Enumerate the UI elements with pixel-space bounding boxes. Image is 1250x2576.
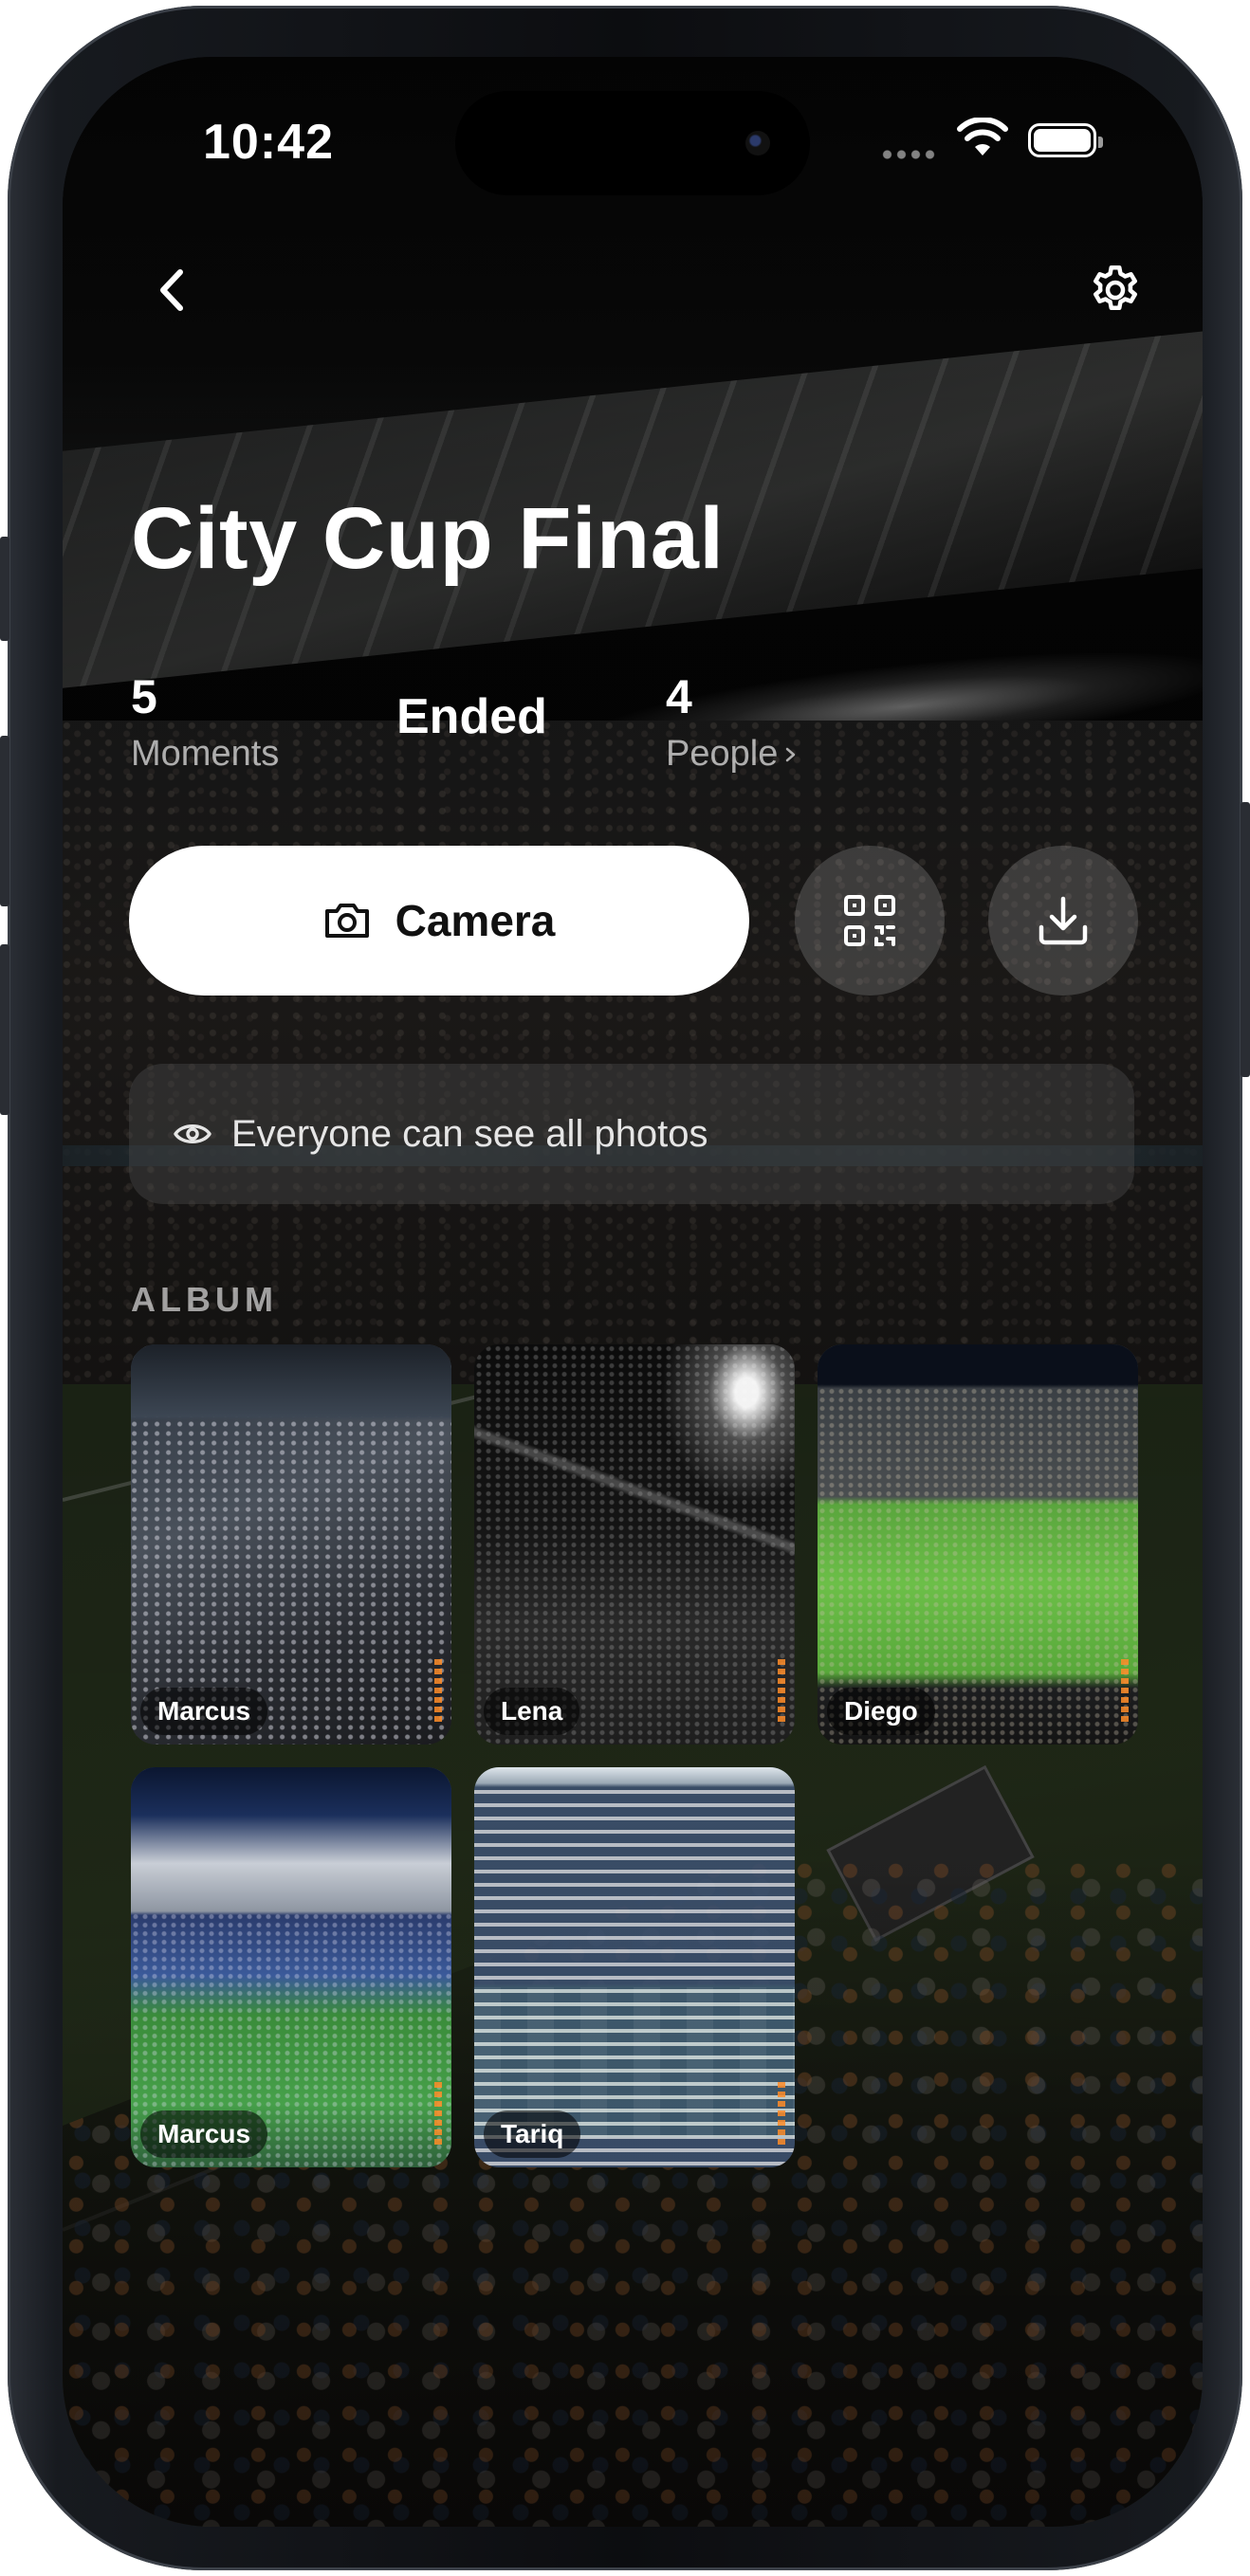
chevron-right-icon bbox=[786, 747, 796, 761]
camera-button-label: Camera bbox=[395, 896, 556, 945]
phone-frame: 10:42 City Cup Final 5 Moments Ended 4 P… bbox=[0, 6, 1250, 2570]
moments-label: Moments bbox=[131, 734, 280, 774]
eye-icon bbox=[174, 1124, 211, 1143]
album-photo[interactable]: Tariq bbox=[474, 1767, 795, 2167]
back-button[interactable] bbox=[135, 252, 211, 328]
volume-down-button bbox=[0, 944, 9, 1115]
action-button bbox=[0, 537, 9, 641]
photo-date-stamp bbox=[434, 2082, 442, 2148]
album-photo[interactable]: Diego bbox=[818, 1344, 1138, 1745]
photo-image bbox=[131, 1767, 451, 2167]
download-icon bbox=[1039, 896, 1088, 945]
photo-date-stamp bbox=[778, 1659, 785, 1726]
screen: 10:42 City Cup Final 5 Moments Ended 4 P… bbox=[63, 57, 1203, 2527]
photo-image bbox=[131, 1344, 451, 1745]
battery-icon bbox=[1028, 123, 1103, 157]
album-photo[interactable]: Marcus bbox=[131, 1344, 451, 1745]
people-stat[interactable]: 4 People bbox=[666, 673, 799, 775]
album-photo[interactable]: Marcus bbox=[131, 1767, 451, 2167]
album-section-label: ALBUM bbox=[131, 1280, 278, 1319]
gear-icon bbox=[1094, 265, 1137, 310]
photo-image bbox=[474, 1344, 795, 1745]
photo-image bbox=[474, 1767, 795, 2167]
wifi-icon bbox=[957, 118, 1008, 155]
photo-date-stamp bbox=[778, 2082, 785, 2148]
photo-author-tag: Marcus bbox=[140, 1688, 268, 1735]
qr-code-icon bbox=[844, 895, 895, 946]
front-camera bbox=[745, 131, 770, 155]
download-button[interactable] bbox=[988, 846, 1138, 996]
qr-code-button[interactable] bbox=[795, 846, 945, 996]
power-button bbox=[1241, 802, 1250, 1077]
settings-button[interactable] bbox=[1070, 252, 1161, 328]
camera-button[interactable]: Camera bbox=[129, 846, 749, 996]
photo-author-tag: Tariq bbox=[484, 2110, 581, 2158]
signal-dots-icon bbox=[880, 150, 937, 159]
status-time: 10:42 bbox=[203, 115, 334, 170]
chevron-left-icon bbox=[160, 269, 183, 311]
photo-author-tag: Diego bbox=[827, 1688, 935, 1735]
dynamic-island bbox=[455, 91, 810, 195]
photo-date-stamp bbox=[1121, 1659, 1129, 1726]
people-count: 4 bbox=[666, 670, 692, 723]
album-photo[interactable]: Lena bbox=[474, 1344, 795, 1745]
moments-count: 5 bbox=[131, 670, 157, 723]
moments-stat: 5 Moments bbox=[131, 673, 279, 775]
volume-up-button bbox=[0, 736, 9, 906]
camera-icon bbox=[324, 904, 369, 938]
visibility-text: Everyone can see all photos bbox=[231, 1112, 708, 1155]
photo-date-stamp bbox=[434, 1659, 442, 1726]
photo-author-tag: Lena bbox=[484, 1688, 580, 1735]
visibility-setting[interactable]: Everyone can see all photos bbox=[129, 1064, 1134, 1204]
people-label: People bbox=[666, 734, 779, 774]
event-title: City Cup Final bbox=[131, 490, 725, 587]
event-status: Ended bbox=[396, 689, 547, 744]
photo-author-tag: Marcus bbox=[140, 2110, 268, 2158]
photo-image bbox=[818, 1344, 1138, 1745]
